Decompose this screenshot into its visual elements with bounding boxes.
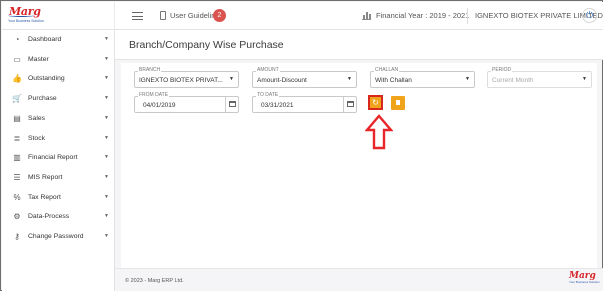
filter-card: BRANCH IGNEXTO BIOTEX PRIVAT... ▼ AMOUNT… (121, 63, 597, 293)
sidebar-item-label: Tax Report (28, 193, 61, 201)
from-date-value: 04/01/2019 (143, 102, 176, 109)
sidebar-item-tax-report[interactable]: % Tax Report ▼ (2, 188, 115, 208)
challan-select[interactable]: CHALLAN With Challan ▼ (370, 67, 475, 88)
stock-icon: ≣ (13, 133, 21, 143)
top-bar: Marg Your Business Solution User Guideli… (2, 2, 603, 30)
footer-logo: Marg Your Business Solution (569, 271, 600, 284)
chevron-down-icon: ▼ (104, 154, 109, 161)
percent-icon: % (13, 192, 21, 202)
key-icon: ⚷ (14, 232, 20, 241)
from-date-label: FROM DATE (138, 92, 170, 99)
data-process-icon: ⚙ (13, 212, 21, 222)
chevron-down-icon: ▼ (104, 36, 109, 42)
chevron-down-icon: ▼ (104, 55, 109, 62)
chevron-down-icon: ▼ (104, 114, 109, 121)
chevron-down-icon: ▼ (104, 95, 109, 102)
caret-down-icon: ▼ (465, 76, 470, 82)
to-date-value: 03/31/2021 (261, 102, 294, 109)
caret-down-icon: ▼ (229, 76, 234, 82)
chart-icon (362, 11, 371, 20)
challan-value: With Challan (375, 77, 412, 84)
caret-down-icon: ▼ (347, 76, 352, 82)
dashboard-icon: ◔ (14, 35, 20, 44)
user-guideline-icon[interactable] (160, 11, 166, 20)
period-label: PERIOD (491, 67, 513, 74)
period-placeholder: Current Month (492, 77, 534, 84)
hamburger-icon[interactable] (132, 12, 143, 20)
branch-value: IGNEXTO BIOTEX PRIVAT... (139, 77, 223, 84)
mis-report-icon: ☰ (13, 172, 21, 182)
chevron-down-icon: ▼ (104, 134, 109, 141)
sidebar-item-label: Sales (28, 114, 46, 122)
amount-value: Amount-Discount (257, 77, 307, 84)
chevron-down-icon: ▼ (104, 213, 109, 220)
sidebar-item-change-password[interactable]: ⚷ Change Password ▼ (2, 227, 115, 247)
app-window: Marg Your Business Solution User Guideli… (0, 0, 603, 293)
sidebar-item-master[interactable]: ▭ Master ▼ (2, 50, 115, 70)
sidebar-item-dashboard[interactable]: ◔ Dashboard ▼ (2, 30, 115, 50)
chevron-down-icon: ▼ (104, 173, 109, 180)
divider (467, 8, 468, 24)
power-icon[interactable]: ⏻ (582, 8, 597, 23)
sidebar-item-label: Dashboard (28, 36, 62, 43)
sidebar-item-label: Purchase (28, 95, 57, 103)
branch-select[interactable]: BRANCH IGNEXTO BIOTEX PRIVAT... ▼ (134, 67, 239, 88)
sidebar: ◔ Dashboard ▼ ▭ Master ▼ 👍 Outstanding ▼… (2, 30, 115, 291)
calendar-icon[interactable] (225, 97, 238, 112)
sales-icon: ▤ (13, 113, 21, 123)
refresh-icon: ↻ (372, 98, 379, 107)
red-arrow-annotation (365, 114, 393, 150)
document-button[interactable] (391, 96, 405, 110)
sidebar-item-sales[interactable]: ▤ Sales ▼ (2, 109, 115, 129)
report-icon: ▥ (13, 153, 21, 163)
cart-icon: 🛒 (12, 94, 22, 104)
master-icon: ▭ (13, 54, 21, 64)
copyright-text: © 2023 - Marg ERP Ltd. (125, 278, 184, 284)
sidebar-item-purchase[interactable]: 🛒 Purchase ▼ (2, 89, 115, 109)
sidebar-item-label: Master (28, 55, 49, 63)
amount-select[interactable]: AMOUNT Amount-Discount ▼ (252, 67, 357, 88)
calendar-icon[interactable] (343, 97, 356, 112)
sidebar-item-label: MIS Report (28, 173, 63, 181)
to-date-field[interactable]: TO DATE 03/31/2021 (252, 92, 357, 113)
to-date-label: TO DATE (256, 92, 280, 99)
thumbs-up-icon: 👍 (12, 74, 22, 84)
financial-year-label[interactable]: Financial Year : 2019 - 2021 (376, 11, 469, 20)
chevron-down-icon: ▼ (104, 75, 109, 82)
guideline-badge[interactable]: 2 (213, 9, 226, 22)
chevron-down-icon: ▼ (104, 233, 109, 239)
branch-label: BRANCH (138, 67, 162, 74)
main-content: Branch/Company Wise Purchase BRANCH IGNE… (115, 30, 603, 293)
sidebar-item-label: Data-Process (28, 213, 70, 221)
sidebar-item-outstanding[interactable]: 👍 Outstanding ▼ (2, 69, 115, 89)
amount-label: AMOUNT (256, 67, 280, 74)
sidebar-item-label: Change Password (28, 233, 84, 240)
period-select[interactable]: PERIOD Current Month ▼ (487, 67, 592, 88)
footer: © 2023 - Marg ERP Ltd. Marg Your Busines… (115, 268, 603, 291)
sidebar-item-label: Outstanding (28, 75, 65, 83)
sidebar-item-stock[interactable]: ≣ Stock ▼ (2, 129, 115, 149)
page-title: Branch/Company Wise Purchase (129, 39, 284, 51)
challan-label: CHALLAN (374, 67, 400, 74)
sidebar-item-mis-report[interactable]: ☰ MIS Report ▼ (2, 168, 115, 188)
page-header: Branch/Company Wise Purchase (115, 30, 603, 60)
from-date-field[interactable]: FROM DATE 04/01/2019 (134, 92, 239, 113)
refresh-button[interactable]: ↻ (368, 95, 383, 110)
sidebar-item-financial-report[interactable]: ▥ Financial Report ▼ (2, 148, 115, 168)
caret-down-icon: ▼ (582, 76, 587, 82)
document-icon (396, 100, 400, 105)
footer-logo-tagline: Your Business Solution (569, 280, 600, 284)
sidebar-item-label: Financial Report (28, 154, 78, 162)
logo-swoosh (8, 14, 34, 17)
logo-tagline: Your Business Solution (8, 19, 44, 23)
sidebar-item-data-process[interactable]: ⚙ Data-Process ▼ (2, 207, 115, 227)
brand-logo[interactable]: Marg Your Business Solution (2, 2, 115, 30)
sidebar-item-label: Stock (28, 134, 45, 142)
chevron-down-icon: ▼ (104, 193, 109, 200)
